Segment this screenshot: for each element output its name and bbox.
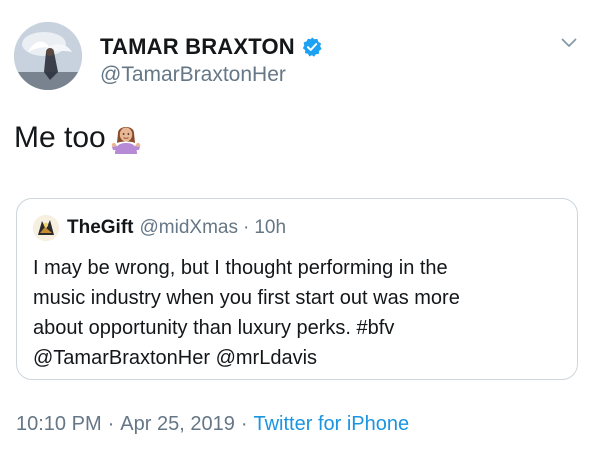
author-name-row: TAMAR BRAXTON (100, 33, 323, 61)
author-avatar[interactable] (14, 22, 82, 90)
tweet-text: Me too (14, 118, 143, 158)
avatar-quoted-image (33, 215, 59, 241)
quoted-text-line: music industry when you first start out … (33, 287, 460, 309)
quoted-text-line: @TamarBraxtonHer @mrLdavis (33, 347, 318, 369)
quoted-author-name[interactable]: TheGift (67, 217, 134, 239)
quoted-separator: · (242, 217, 250, 238)
quoted-author-avatar[interactable] (33, 215, 59, 241)
chevron-down-icon[interactable] (561, 37, 577, 49)
tweet-date[interactable]: Apr 25, 2019 (120, 413, 235, 435)
meta-separator: · (107, 413, 115, 435)
quoted-author-handle[interactable]: @midXmas (140, 217, 238, 239)
tweet-text-content: Me too (14, 121, 106, 154)
tweet-time[interactable]: 10:10 PM (16, 413, 102, 435)
quoted-tweet-header: TheGift @midXmas · 10h (33, 215, 286, 241)
avatar-angel-image (14, 22, 82, 90)
author-handle[interactable]: @TamarBraxtonHer (100, 63, 323, 87)
quoted-tweet-card[interactable]: TheGift @midXmas · 10h I may be wrong, b… (16, 198, 578, 380)
quoted-tweet-text: I may be wrong, but I thought performing… (33, 253, 563, 373)
verified-badge-icon (301, 36, 323, 58)
quoted-text-line: I may be wrong, but I thought performing… (33, 257, 448, 279)
author-name[interactable]: TAMAR BRAXTON (100, 34, 295, 60)
meta-separator: · (240, 413, 248, 435)
quoted-timestamp[interactable]: 10h (254, 217, 286, 239)
tweet: TAMAR BRAXTON @TamarBraxtonHer Me too Th… (0, 0, 595, 460)
tweet-source-link[interactable]: Twitter for iPhone (253, 413, 409, 435)
tweet-meta: 10:10 PM · Apr 25, 2019 · Twitter for iPhone (16, 410, 409, 438)
quoted-text-line: about opportunity than luxury perks. #bf… (33, 317, 395, 339)
author-info: TAMAR BRAXTON @TamarBraxtonHer (100, 33, 323, 87)
person-shrugging-emoji-icon (109, 121, 143, 155)
